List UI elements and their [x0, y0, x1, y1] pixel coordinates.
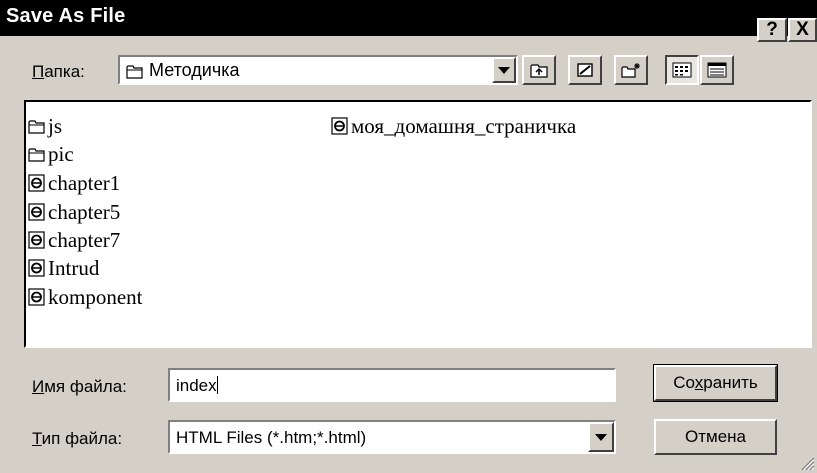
chevron-down-icon — [595, 433, 607, 441]
filename-label: Имя файла: — [32, 377, 127, 397]
filename-label-accel: И — [32, 377, 45, 396]
save-label-post: ранить — [703, 373, 758, 392]
new-folder-button[interactable] — [614, 55, 648, 85]
resize-grip-icon[interactable] — [799, 455, 815, 471]
list-item[interactable]: моя_домашня_страничка — [331, 112, 576, 140]
file-name: Intrud — [48, 255, 100, 280]
details-view-button[interactable] — [700, 55, 734, 85]
ie-document-icon — [28, 203, 45, 221]
new-folder-icon — [621, 63, 640, 78]
list-item[interactable]: pic — [28, 140, 74, 168]
save-button-label: Сохранить — [673, 373, 757, 393]
close-button[interactable]: X — [788, 18, 817, 42]
ie-document-icon — [28, 231, 45, 249]
ie-document-icon — [28, 259, 45, 277]
filetype-value: HTML Files (*.htm;*.html) — [176, 428, 367, 447]
folder-icon — [126, 64, 143, 79]
lookin-label-accel: П — [32, 62, 45, 81]
save-button[interactable]: Сохранить — [653, 364, 778, 402]
filename-label-rest: мя файла: — [44, 377, 127, 396]
details-view-icon — [707, 62, 727, 78]
up-folder-icon — [530, 64, 548, 78]
ie-document-icon — [331, 117, 348, 135]
lookin-combo[interactable]: Методичка — [118, 55, 518, 85]
help-button[interactable]: ? — [757, 18, 787, 42]
filetype-label-rest: ип файла: — [41, 429, 123, 448]
filetype-label: Тип файла: — [32, 429, 122, 449]
file-name: моя_домашня_страничка — [351, 113, 577, 138]
folder-icon — [28, 148, 45, 162]
chevron-down-icon — [498, 66, 510, 74]
desktop-icon — [577, 63, 593, 77]
text-caret — [216, 376, 218, 394]
file-name: chapter1 — [48, 170, 121, 195]
folder-icon — [28, 120, 45, 134]
filename-value-wrap: index — [176, 376, 218, 396]
list-item[interactable]: chapter1 — [28, 169, 120, 197]
cancel-button-label: Отмена — [685, 427, 746, 446]
file-name: pic — [48, 141, 74, 166]
ie-document-icon — [28, 288, 45, 306]
file-name: js — [48, 113, 63, 138]
file-name: komponent — [48, 284, 143, 309]
list-item[interactable]: chapter7 — [28, 226, 120, 254]
list-view-icon — [672, 62, 692, 78]
filetype-dropdown-button[interactable] — [588, 422, 614, 452]
list-view-button[interactable] — [665, 55, 699, 85]
lookin-combo-value: Методичка — [126, 60, 239, 81]
list-item[interactable]: komponent — [28, 283, 143, 311]
filetype-label-accel: Т — [32, 429, 42, 448]
lookin-dropdown-button[interactable] — [492, 57, 516, 83]
lookin-label: Папка: — [32, 62, 85, 82]
list-item[interactable]: chapter5 — [28, 198, 120, 226]
filename-value: index — [176, 376, 217, 395]
save-label-pre: Со — [673, 373, 695, 392]
lookin-label-rest: апка: — [44, 62, 85, 81]
cancel-button[interactable]: Отмена — [654, 419, 777, 455]
desktop-button[interactable] — [568, 55, 602, 85]
list-item[interactable]: Intrud — [28, 254, 99, 282]
ie-document-icon — [28, 174, 45, 192]
file-name: chapter5 — [48, 199, 121, 224]
filetype-combo[interactable]: HTML Files (*.htm;*.html) — [168, 420, 616, 454]
up-one-level-button[interactable] — [522, 55, 556, 85]
window-title: Save As File — [6, 5, 126, 27]
list-item[interactable]: js — [28, 112, 62, 140]
title-bar[interactable]: Save As File — [0, 0, 817, 36]
filename-input[interactable]: index — [168, 368, 616, 402]
save-as-dialog: Save As File ? X Папка: Методичка js pic… — [0, 0, 817, 473]
file-name: chapter7 — [48, 227, 121, 252]
lookin-value-text: Методичка — [149, 60, 240, 80]
file-list[interactable]: js pic chapter1 chapter5 chapter7 Intrud… — [24, 100, 812, 348]
